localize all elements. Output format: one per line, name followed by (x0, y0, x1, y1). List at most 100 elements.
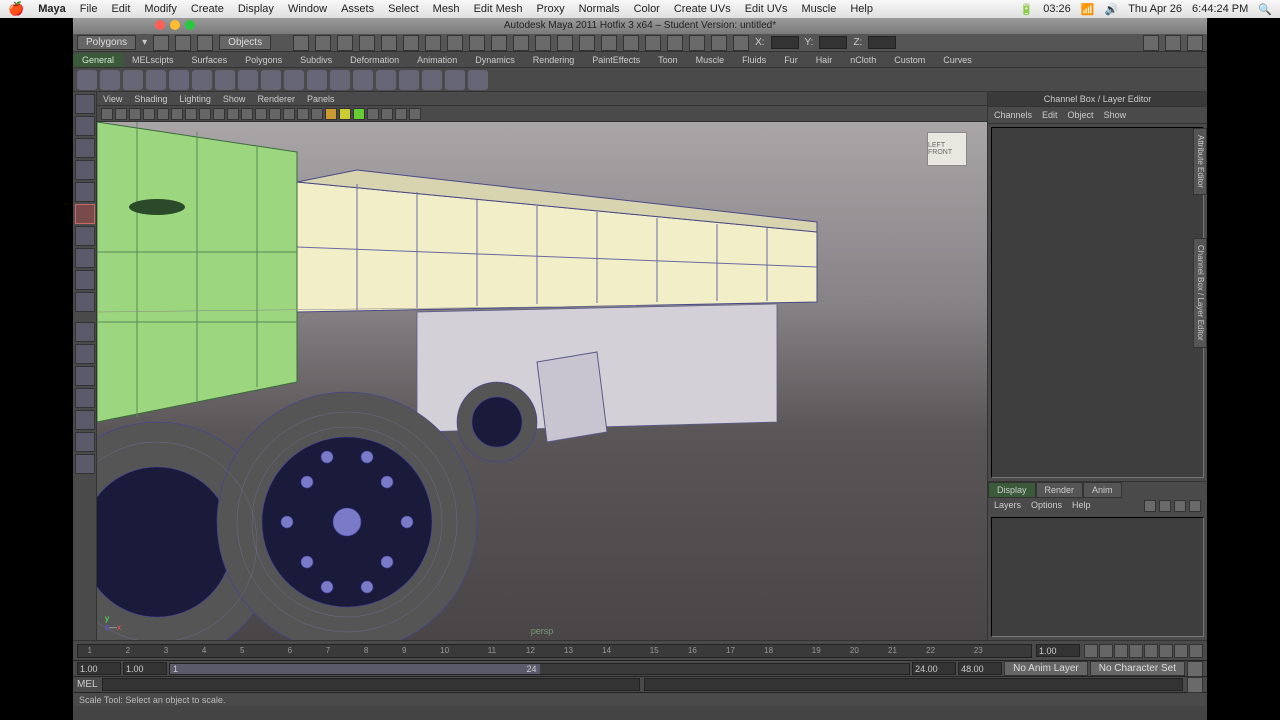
render-icon[interactable] (579, 35, 595, 51)
shelf-button[interactable] (123, 70, 143, 90)
panel-tool-icon[interactable] (325, 108, 337, 120)
panel-tool-icon[interactable] (157, 108, 169, 120)
render-icon[interactable] (535, 35, 551, 51)
shelf-tab[interactable]: Fluids (733, 53, 775, 67)
shelf-tab[interactable]: Curves (934, 53, 981, 67)
panel-tool-icon[interactable] (381, 108, 393, 120)
ui-toggle-icon[interactable] (1187, 35, 1203, 51)
ui-toggle-icon[interactable] (1143, 35, 1159, 51)
show-manip-icon[interactable] (75, 270, 95, 290)
history-icon[interactable] (513, 35, 529, 51)
soft-mod-tool-icon[interactable] (75, 248, 95, 268)
snap-icon[interactable] (337, 35, 353, 51)
shelf-tab[interactable]: Rendering (524, 53, 584, 67)
ipr-icon[interactable] (711, 35, 727, 51)
panel-menu-renderer[interactable]: Renderer (257, 94, 295, 104)
shelf-tab[interactable]: Animation (408, 53, 466, 67)
menu-select[interactable]: Select (388, 3, 419, 15)
menu-edituvs[interactable]: Edit UVs (745, 3, 788, 15)
panel-tool-icon[interactable] (143, 108, 155, 120)
anim-start-field[interactable] (77, 662, 121, 675)
step-fwd-icon[interactable] (1174, 644, 1188, 658)
layer-btn-icon[interactable] (1189, 500, 1201, 512)
layout-single-icon[interactable] (75, 322, 95, 342)
panel-tool-icon[interactable] (255, 108, 267, 120)
shelf-tab[interactable]: Dynamics (466, 53, 524, 67)
move-tool-icon[interactable] (75, 160, 95, 180)
layer-menu-layers[interactable]: Layers (994, 500, 1021, 512)
shelf-tab[interactable]: Deformation (341, 53, 408, 67)
shelf-button[interactable] (215, 70, 235, 90)
step-back-icon[interactable] (1099, 644, 1113, 658)
menu-edit[interactable]: Edit (111, 3, 130, 15)
save-scene-icon[interactable] (197, 35, 213, 51)
play-back-icon[interactable] (1129, 644, 1143, 658)
panel-menu-panels[interactable]: Panels (307, 94, 335, 104)
layer-tab-anim[interactable]: Anim (1083, 482, 1122, 498)
cb-menu-show[interactable]: Show (1104, 110, 1127, 120)
channel-box-body[interactable] (991, 127, 1204, 478)
panel-tool-icon[interactable] (283, 108, 295, 120)
shelf-button[interactable] (468, 70, 488, 90)
shelf-button[interactable] (445, 70, 465, 90)
shelf-button[interactable] (77, 70, 97, 90)
panel-tool-icon[interactable] (339, 108, 351, 120)
paint-select-tool-icon[interactable] (75, 138, 95, 158)
menu-create[interactable]: Create (191, 3, 224, 15)
panel-tool-icon[interactable] (241, 108, 253, 120)
ipr-icon[interactable] (667, 35, 683, 51)
panel-menu-show[interactable]: Show (223, 94, 246, 104)
layout-icon[interactable] (75, 454, 95, 474)
attribute-editor-tab[interactable]: Attribute Editor (1193, 128, 1207, 195)
anim-layer-dropdown[interactable]: No Anim Layer (1004, 661, 1088, 676)
cb-menu-channels[interactable]: Channels (994, 110, 1032, 120)
menu-color[interactable]: Color (634, 3, 660, 15)
panel-tool-icon[interactable] (213, 108, 225, 120)
layer-btn-icon[interactable] (1144, 500, 1156, 512)
layout-icon[interactable] (75, 410, 95, 430)
menu-muscle[interactable]: Muscle (802, 3, 837, 15)
panel-tool-icon[interactable] (115, 108, 127, 120)
shelf-button[interactable] (307, 70, 327, 90)
shelf-button[interactable] (192, 70, 212, 90)
shelf-button[interactable] (169, 70, 189, 90)
x-field[interactable] (771, 36, 799, 49)
render-icon[interactable] (623, 35, 639, 51)
cb-menu-object[interactable]: Object (1068, 110, 1094, 120)
snap-icon[interactable] (293, 35, 309, 51)
script-editor-icon[interactable] (1187, 677, 1203, 693)
range-slider[interactable]: 124 (169, 663, 910, 675)
y-field[interactable] (819, 36, 847, 49)
shelf-tab[interactable]: Hair (807, 53, 842, 67)
shelf-tab[interactable]: Surfaces (183, 53, 237, 67)
shelf-tab[interactable]: Muscle (687, 53, 734, 67)
layout-icon[interactable] (75, 366, 95, 386)
spotlight-icon[interactable]: 🔍 (1258, 3, 1272, 16)
menu-createuvs[interactable]: Create UVs (674, 3, 731, 15)
menu-mesh[interactable]: Mesh (433, 3, 460, 15)
panel-tool-icon[interactable] (171, 108, 183, 120)
panel-tool-icon[interactable] (297, 108, 309, 120)
shelf-tab[interactable]: nCloth (841, 53, 885, 67)
panel-menu-shading[interactable]: Shading (134, 94, 167, 104)
app-menu[interactable]: Maya (38, 3, 66, 15)
panel-tool-icon[interactable] (353, 108, 365, 120)
layer-tab-render[interactable]: Render (1036, 482, 1084, 498)
panel-tool-icon[interactable] (367, 108, 379, 120)
shelf-tab[interactable]: Toon (649, 53, 687, 67)
shelf-button[interactable] (330, 70, 350, 90)
layer-menu-options[interactable]: Options (1031, 500, 1062, 512)
snap-icon[interactable] (381, 35, 397, 51)
snap-icon[interactable] (447, 35, 463, 51)
snap-icon[interactable] (315, 35, 331, 51)
layer-btn-icon[interactable] (1159, 500, 1171, 512)
key-fwd-icon[interactable] (1159, 644, 1173, 658)
open-scene-icon[interactable] (175, 35, 191, 51)
menu-modify[interactable]: Modify (144, 3, 176, 15)
panel-tool-icon[interactable] (227, 108, 239, 120)
snap-icon[interactable] (425, 35, 441, 51)
character-set-dropdown[interactable]: No Character Set (1090, 661, 1185, 676)
menu-window[interactable]: Window (288, 3, 327, 15)
panel-tool-icon[interactable] (185, 108, 197, 120)
viewcube[interactable]: LEFT FRONT (927, 132, 967, 166)
